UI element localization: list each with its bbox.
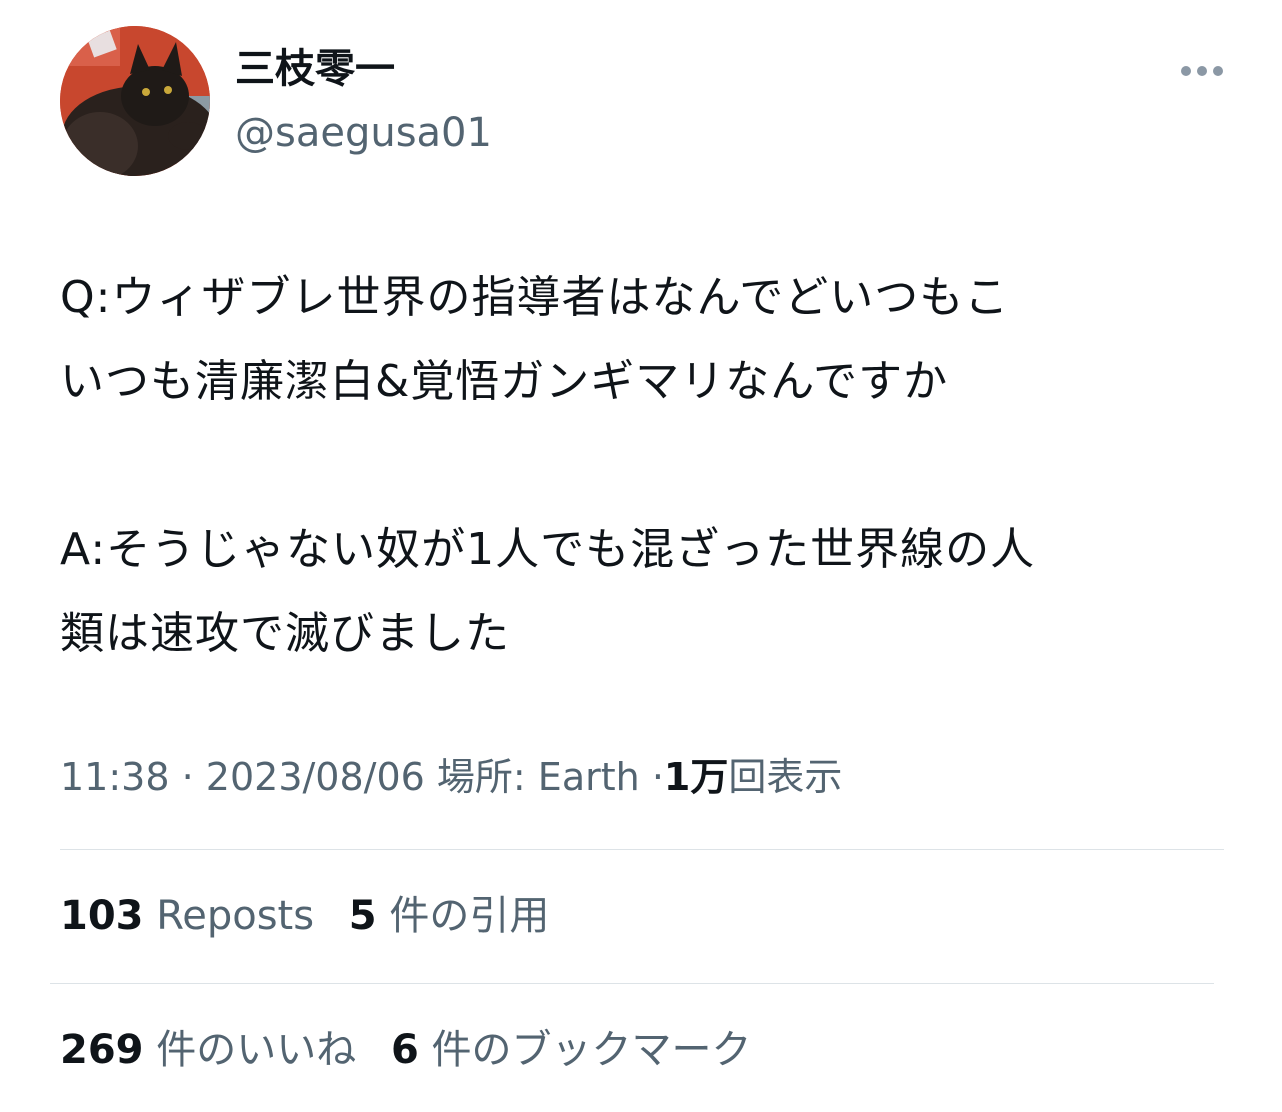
author-display-name[interactable]: 三枝零一 [235,44,492,94]
avatar[interactable] [60,26,210,176]
bookmarks-stat[interactable]: 6 件のブックマーク [391,1027,752,1073]
bookmarks-count: 6 [390,1027,419,1073]
black-cat-photo [60,26,210,176]
tweet-time[interactable]: 11:38 [60,755,170,799]
views-label: 回表示 [728,755,843,799]
tweet-date[interactable]: 2023/08/06 [206,755,425,799]
meta-separator: · [181,755,194,799]
more-horizontal-icon-dot [1213,66,1223,76]
quotes-stat[interactable]: 5 件の引用 [349,893,550,939]
author-handle[interactable]: @saegusa01 [235,108,492,158]
tweet-location: 場所: Earth [436,755,640,799]
more-options-button[interactable] [1174,56,1230,86]
divider [60,849,1224,850]
reposts-label: Reposts [156,893,315,939]
quotes-label: 件の引用 [389,893,550,939]
likes-label: 件のいいね [156,1027,357,1073]
author-names: 三枝零一 @saegusa01 [235,44,492,158]
tweet-header: 三枝零一 @saegusa01 [60,26,1230,178]
tweet-meta: 11:38 · 2023/08/06 場所: Earth ·1万回表示 [60,750,842,804]
tweet-text: Q:ウィザブレ世界の指導者はなんでどいつもこ いつも清廉潔白&覚悟ガンギマリなん… [60,272,1036,659]
quotes-count: 5 [348,893,377,939]
bookmarks-label: 件のブックマーク [431,1027,752,1073]
divider [50,983,1214,984]
reposts-count: 103 [60,893,144,939]
stats-row-likes: 269 件のいいね 6 件のブックマーク [60,1022,774,1078]
tweet-detail: 三枝零一 @saegusa01 Q:ウィザブレ世界の指導者はなんでどいつもこ い… [0,0,1282,1112]
likes-stat[interactable]: 269 件のいいね [60,1027,356,1073]
stats-row-reposts: 103 Reposts 5 件の引用 [60,888,571,944]
reposts-stat[interactable]: 103 Reposts [60,893,314,939]
more-horizontal-icon [1181,66,1191,76]
likes-count: 269 [60,1027,144,1073]
meta-separator: · [651,755,664,799]
views-count: 1万 [663,755,729,799]
more-horizontal-icon-dot [1197,66,1207,76]
